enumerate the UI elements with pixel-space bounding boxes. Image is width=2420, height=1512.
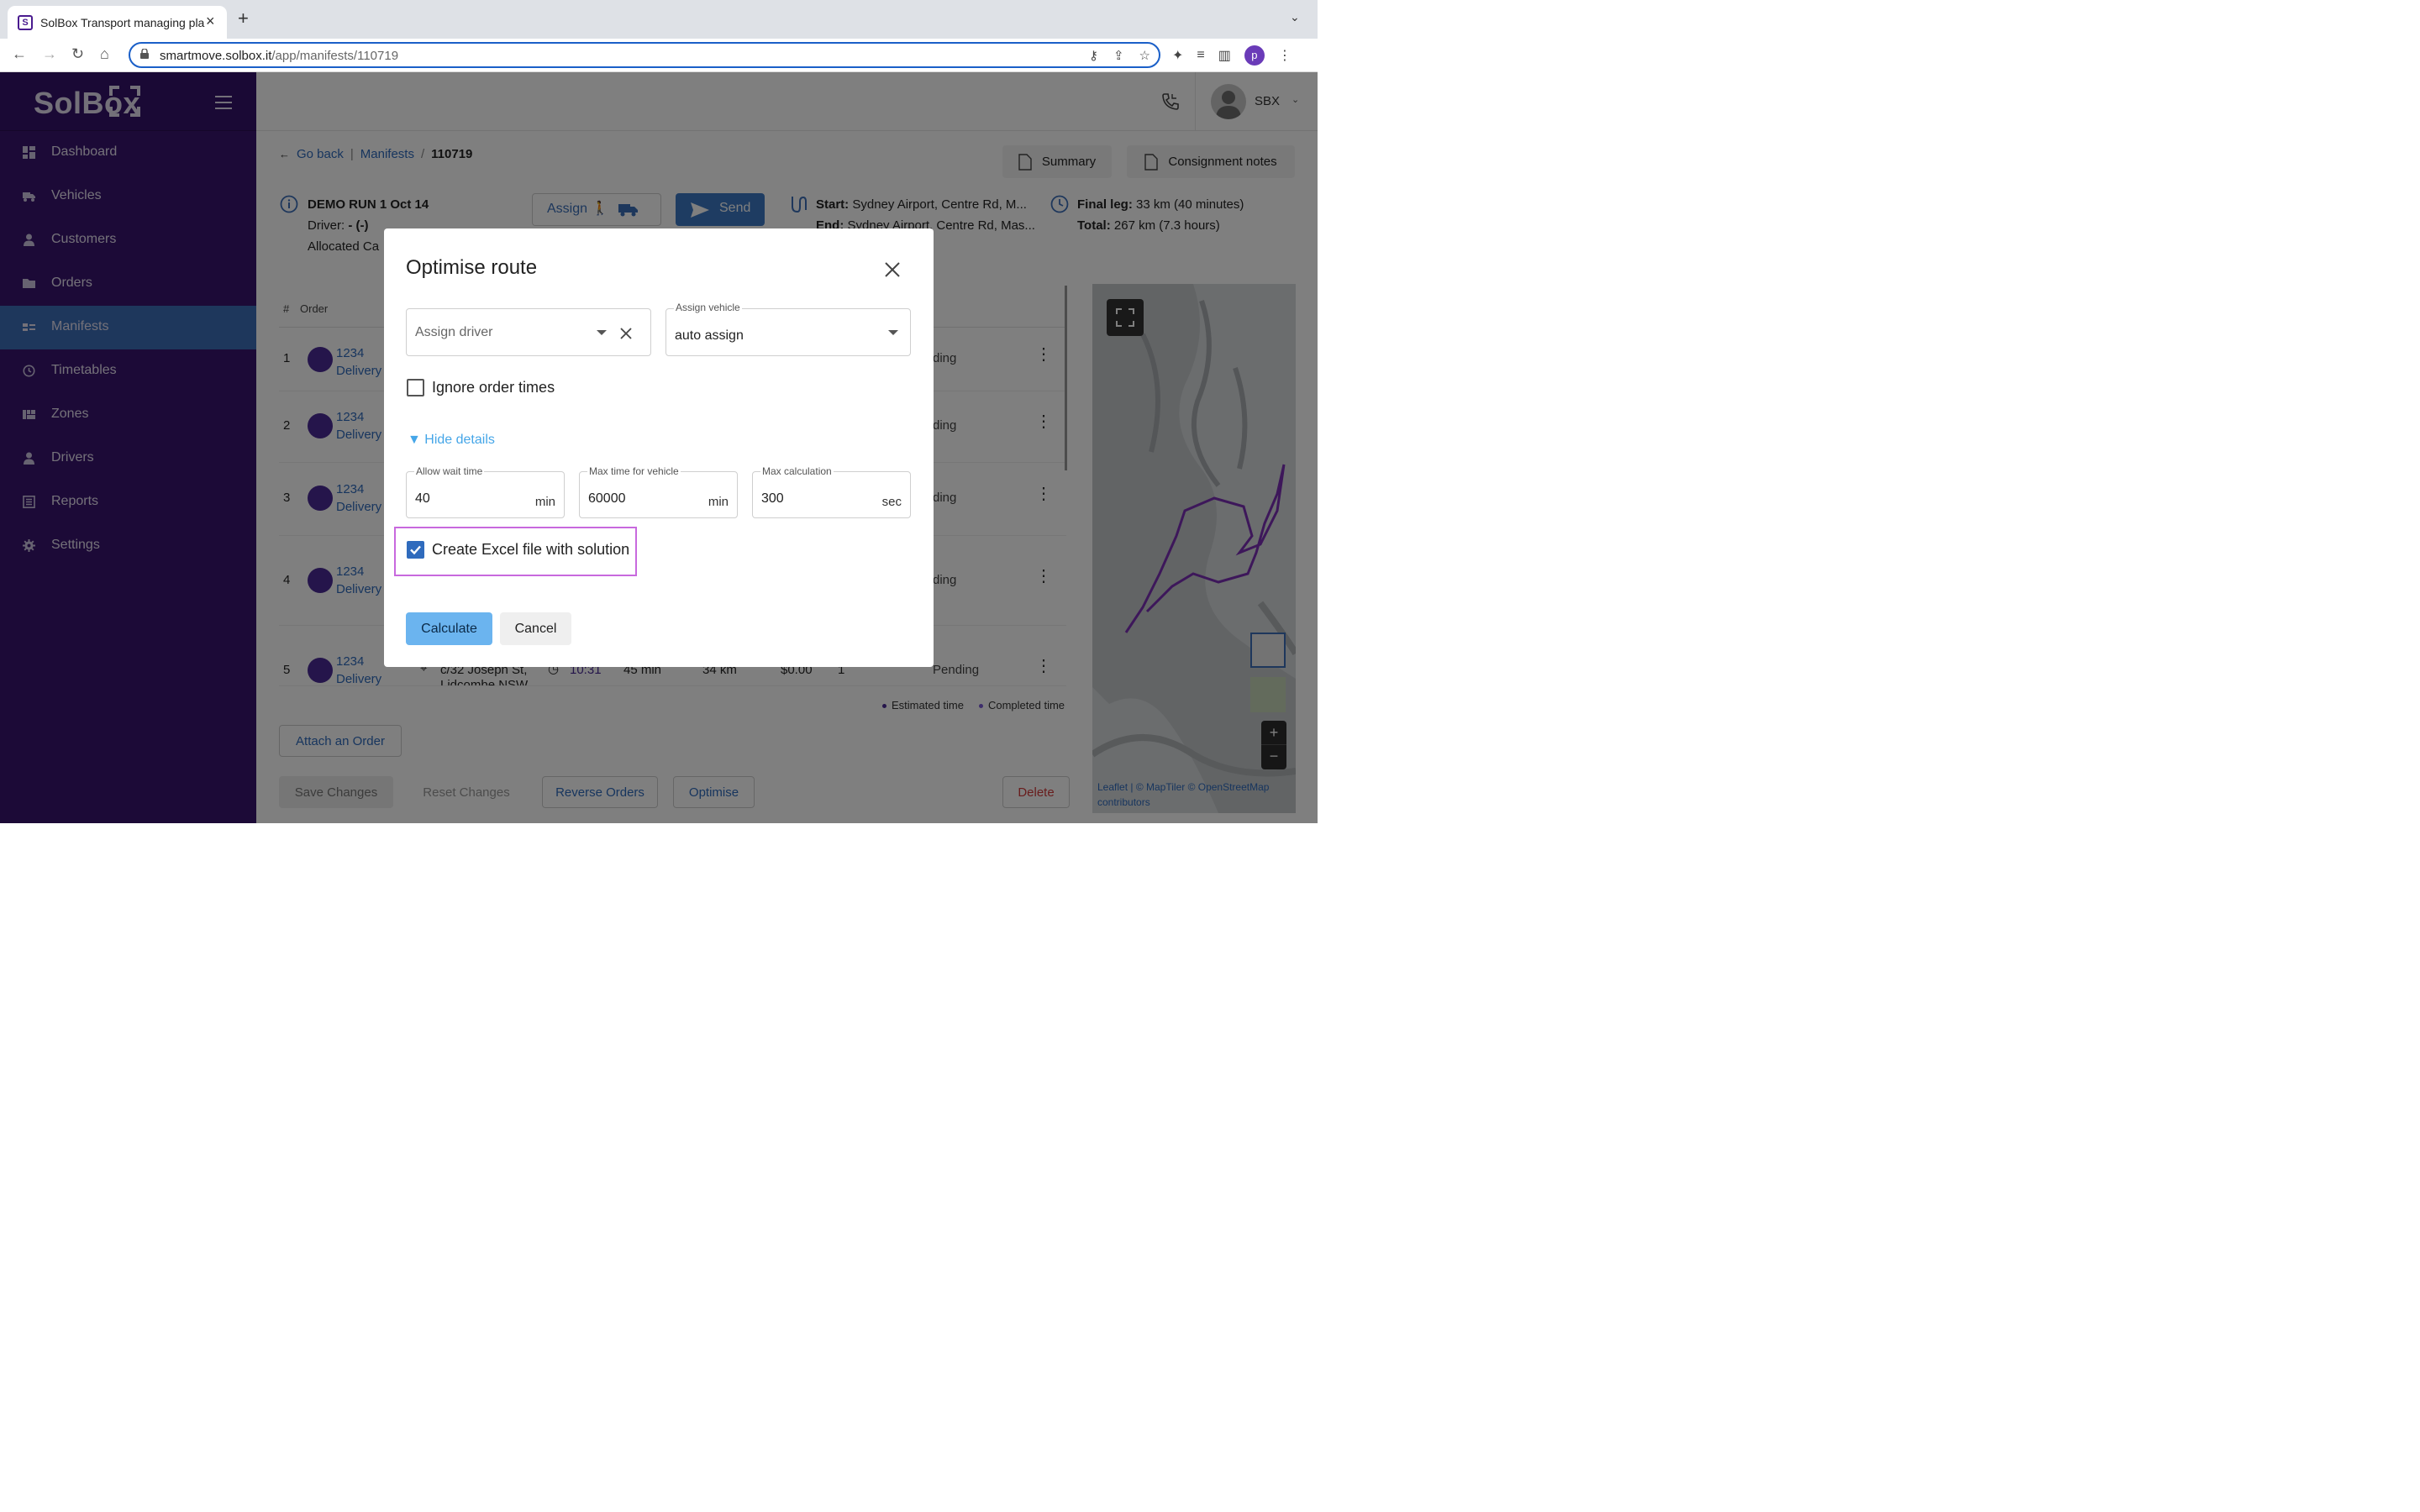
close-tab-icon[interactable]: × (206, 13, 215, 30)
hide-details-toggle[interactable]: ▼ Hide details (408, 433, 495, 448)
assign-driver-placeholder: Assign driver (415, 325, 493, 339)
forward-arrow-icon[interactable]: → (42, 45, 57, 63)
browser-tab[interactable]: S SolBox Transport managing pla × (8, 6, 227, 39)
key-icon[interactable]: ⚷ (1089, 48, 1098, 63)
url-path: /app/manifests/110719 (271, 49, 399, 63)
max-calculation-label: Max calculation (760, 465, 834, 477)
ignore-order-times-checkbox[interactable] (407, 379, 424, 396)
omnibox-icons: ⚷ ⇪ ☆ (1089, 48, 1150, 63)
optimise-route-dialog: Optimise route Assign driver Assign vehi… (384, 228, 934, 667)
browser-toolbar: ← → ↻ ⌂ smartmove.solbox.it/app/manifest… (0, 39, 1318, 72)
reload-icon[interactable]: ↻ (71, 45, 84, 63)
url-host: smartmove.solbox.it (160, 49, 272, 63)
allow-wait-time-unit: min (534, 495, 555, 509)
allow-wait-time-label: Allow wait time (414, 465, 485, 477)
url-text: smartmove.solbox.it/app/manifests/110719 (160, 49, 398, 63)
solbox-favicon-icon: S (18, 15, 33, 30)
dialog-title: Optimise route (406, 256, 538, 279)
checkmark-icon (410, 545, 421, 555)
max-time-for-vehicle-field[interactable]: Max time for vehicle 60000 min (579, 465, 738, 518)
clear-icon[interactable] (620, 328, 632, 339)
new-tab-icon[interactable]: + (238, 9, 249, 28)
create-excel-checkbox[interactable] (407, 541, 424, 559)
max-calculation-value[interactable]: 300 (761, 491, 784, 507)
chevron-down-icon[interactable]: ⌄ (1290, 10, 1300, 24)
calculate-button[interactable]: Calculate (406, 612, 492, 645)
allow-wait-time-value[interactable]: 40 (415, 491, 430, 507)
puzzle-icon[interactable]: ✦ (1172, 47, 1183, 64)
star-icon[interactable]: ☆ (1139, 48, 1150, 63)
assign-vehicle-select[interactable]: Assign vehicle auto assign (666, 302, 911, 356)
back-arrow-icon[interactable]: ← (12, 45, 27, 63)
caret-down-icon[interactable] (888, 330, 898, 335)
extension-icons: ✦ ≡ ▥ p ⋮ (1172, 45, 1292, 66)
profile-avatar[interactable]: p (1244, 45, 1265, 66)
side-panel-icon[interactable]: ▥ (1218, 47, 1231, 64)
create-excel-label[interactable]: Create Excel file with solution (432, 541, 629, 559)
home-icon[interactable]: ⌂ (100, 45, 109, 63)
max-time-unit: min (708, 495, 729, 509)
max-time-label: Max time for vehicle (587, 465, 681, 477)
tab-title: SolBox Transport managing pla (40, 16, 205, 29)
ignore-order-times-label[interactable]: Ignore order times (432, 379, 555, 396)
screen: S SolBox Transport managing pla × + ⌄ ← … (0, 0, 1318, 823)
browser-tab-bar: S SolBox Transport managing pla × + ⌄ (0, 0, 1318, 39)
allow-wait-time-field[interactable]: Allow wait time 40 min (406, 465, 565, 518)
cancel-button[interactable]: Cancel (500, 612, 571, 645)
max-calculation-unit: sec (881, 495, 902, 509)
assign-vehicle-label: Assign vehicle (674, 302, 742, 313)
caret-down-icon[interactable] (597, 330, 607, 335)
assign-driver-select[interactable]: Assign driver (406, 308, 651, 356)
lock-icon (140, 49, 149, 59)
share-icon[interactable]: ⇪ (1113, 48, 1124, 63)
close-icon[interactable] (883, 260, 902, 279)
media-icon[interactable]: ≡ (1197, 48, 1204, 63)
max-calculation-field[interactable]: Max calculation 300 sec (752, 465, 911, 518)
address-bar[interactable]: smartmove.solbox.it/app/manifests/110719… (129, 42, 1160, 68)
assign-vehicle-value: auto assign (675, 328, 744, 343)
max-time-value[interactable]: 60000 (588, 491, 626, 507)
kebab-menu-icon[interactable]: ⋮ (1278, 47, 1292, 64)
